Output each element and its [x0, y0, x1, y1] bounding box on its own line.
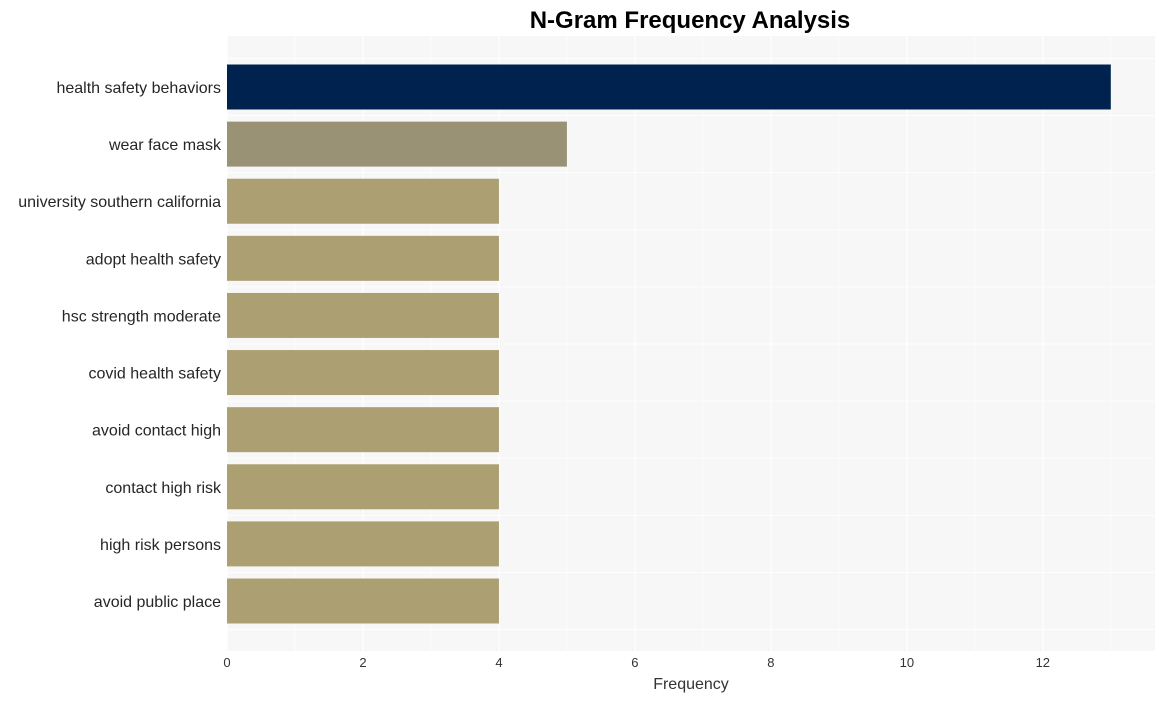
x-tick-label: 8 — [767, 655, 774, 670]
x-tick-label: 4 — [495, 655, 502, 670]
x-axis-label: Frequency — [653, 676, 729, 693]
y-axis-labels: health safety behaviors wear face mask uni… — [18, 80, 222, 611]
bar-contact-high-risk — [227, 464, 499, 510]
y-tick-label: avoid contact high — [92, 423, 221, 440]
y-tick-label: wear face mask — [108, 137, 222, 154]
y-tick-label: high risk persons — [100, 537, 221, 554]
bar-high-risk-persons — [227, 521, 499, 567]
x-tick-label: 10 — [900, 655, 914, 670]
x-tick-label: 2 — [359, 655, 366, 670]
x-axis-ticks: 0 2 4 6 8 10 12 — [223, 655, 1050, 670]
y-tick-label: contact high risk — [105, 480, 222, 497]
chart-title: N-Gram Frequency Analysis — [530, 7, 851, 34]
x-tick-label: 0 — [223, 655, 230, 670]
y-tick-label: hsc strength moderate — [62, 308, 221, 325]
bar-university-southern-california — [227, 178, 499, 224]
x-tick-label: 12 — [1036, 655, 1050, 670]
y-tick-label: adopt health safety — [86, 251, 221, 268]
bar-wear-face-mask — [227, 121, 567, 167]
bar-covid-health-safety — [227, 350, 499, 396]
bar-adopt-health-safety — [227, 235, 499, 281]
ngram-bar-chart: N-Gram Frequency Analysis health safety … — [18, 7, 1155, 693]
x-tick-label: 6 — [631, 655, 638, 670]
bar-health-safety-behaviors — [227, 64, 1111, 110]
bar-avoid-public-place — [227, 578, 499, 624]
y-tick-label: covid health safety — [88, 366, 221, 383]
y-tick-label: health safety behaviors — [56, 80, 221, 97]
y-tick-label: university southern california — [18, 194, 221, 211]
y-tick-label: avoid public place — [94, 594, 221, 611]
bar-hsc-strength-moderate — [227, 292, 499, 338]
bar-avoid-contact-high — [227, 407, 499, 453]
